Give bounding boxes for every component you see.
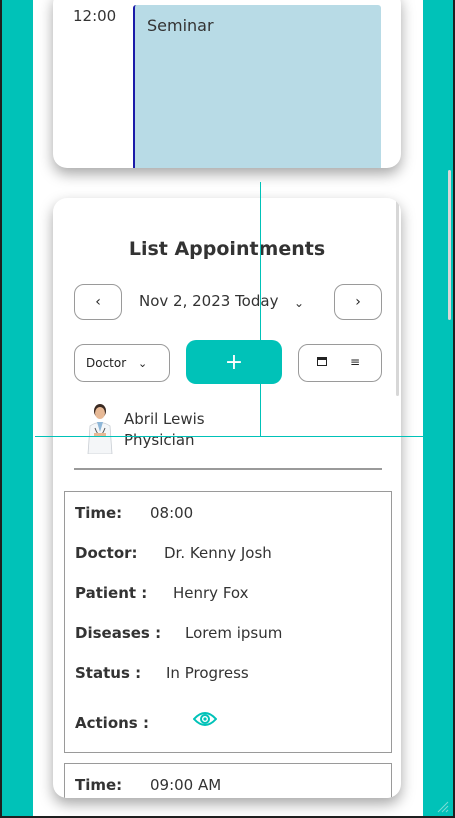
app-frame: 12:00 Seminar List Appointments ‹ Nov 2,… xyxy=(2,0,453,816)
guide-line-vertical xyxy=(260,182,261,436)
page-scrollbar[interactable] xyxy=(448,170,451,320)
add-appointment-button[interactable]: + xyxy=(186,340,282,384)
next-day-button[interactable]: › xyxy=(334,284,382,320)
list-icon[interactable]: ≡ xyxy=(350,355,360,369)
card-title: List Appointments xyxy=(128,238,326,260)
plus-icon: + xyxy=(224,349,244,375)
doctor-select-label: Doctor xyxy=(86,356,127,370)
diseases-label: Diseases : xyxy=(75,624,162,642)
doctor-label: Doctor: xyxy=(75,544,138,562)
chevron-down-icon: ⌄ xyxy=(138,357,148,370)
status-value: In Progress xyxy=(166,664,249,682)
doctor-role: Physician xyxy=(124,431,195,449)
doctor-info: Abril Lewis Physician xyxy=(124,409,205,451)
time-value: 08:00 xyxy=(150,504,194,522)
calendar-icon[interactable] xyxy=(317,356,327,369)
appointment-entry: Time: 08:00 Doctor: Dr. Kenny Josh Patie… xyxy=(64,491,392,753)
doctor-value: Dr. Kenny Josh xyxy=(164,544,272,562)
chevron-down-icon[interactable]: ⌄ xyxy=(294,296,304,310)
resize-handle-icon[interactable] xyxy=(435,798,449,813)
appointment-entry: Time: 09:00 AM xyxy=(64,763,392,798)
patient-value: Henry Fox xyxy=(173,584,249,602)
calendar-event-title: Seminar xyxy=(147,16,214,35)
time-label: Time: xyxy=(75,776,123,794)
date-label[interactable]: Nov 2, 2023 Today xyxy=(139,292,278,310)
calendar-card: 12:00 Seminar xyxy=(53,0,401,168)
calendar-event[interactable]: Seminar xyxy=(133,5,381,168)
appointments-card: List Appointments ‹ Nov 2, 2023 Today ⌄ … xyxy=(53,198,401,798)
doctor-select[interactable]: Doctor ⌄ xyxy=(74,344,170,382)
view-eye-icon[interactable] xyxy=(192,710,218,732)
divider xyxy=(74,468,382,470)
patient-label: Patient : xyxy=(75,584,148,602)
actions-label: Actions : xyxy=(75,714,149,732)
card-scrollbar[interactable] xyxy=(396,200,399,396)
doctor-avatar xyxy=(84,402,116,454)
status-label: Status : xyxy=(75,664,142,682)
chevron-right-icon: › xyxy=(355,294,361,310)
prev-day-button[interactable]: ‹ xyxy=(74,284,122,320)
time-value: 09:00 AM xyxy=(150,776,222,794)
doctor-name: Abril Lewis xyxy=(124,410,205,428)
time-label: Time: xyxy=(75,504,123,522)
chevron-left-icon: ‹ xyxy=(95,294,101,310)
diseases-value: Lorem ipsum xyxy=(185,624,283,642)
guide-line-horizontal xyxy=(35,436,423,437)
calendar-time-label: 12:00 xyxy=(73,7,117,25)
view-toggle[interactable]: ≡ xyxy=(298,344,382,382)
